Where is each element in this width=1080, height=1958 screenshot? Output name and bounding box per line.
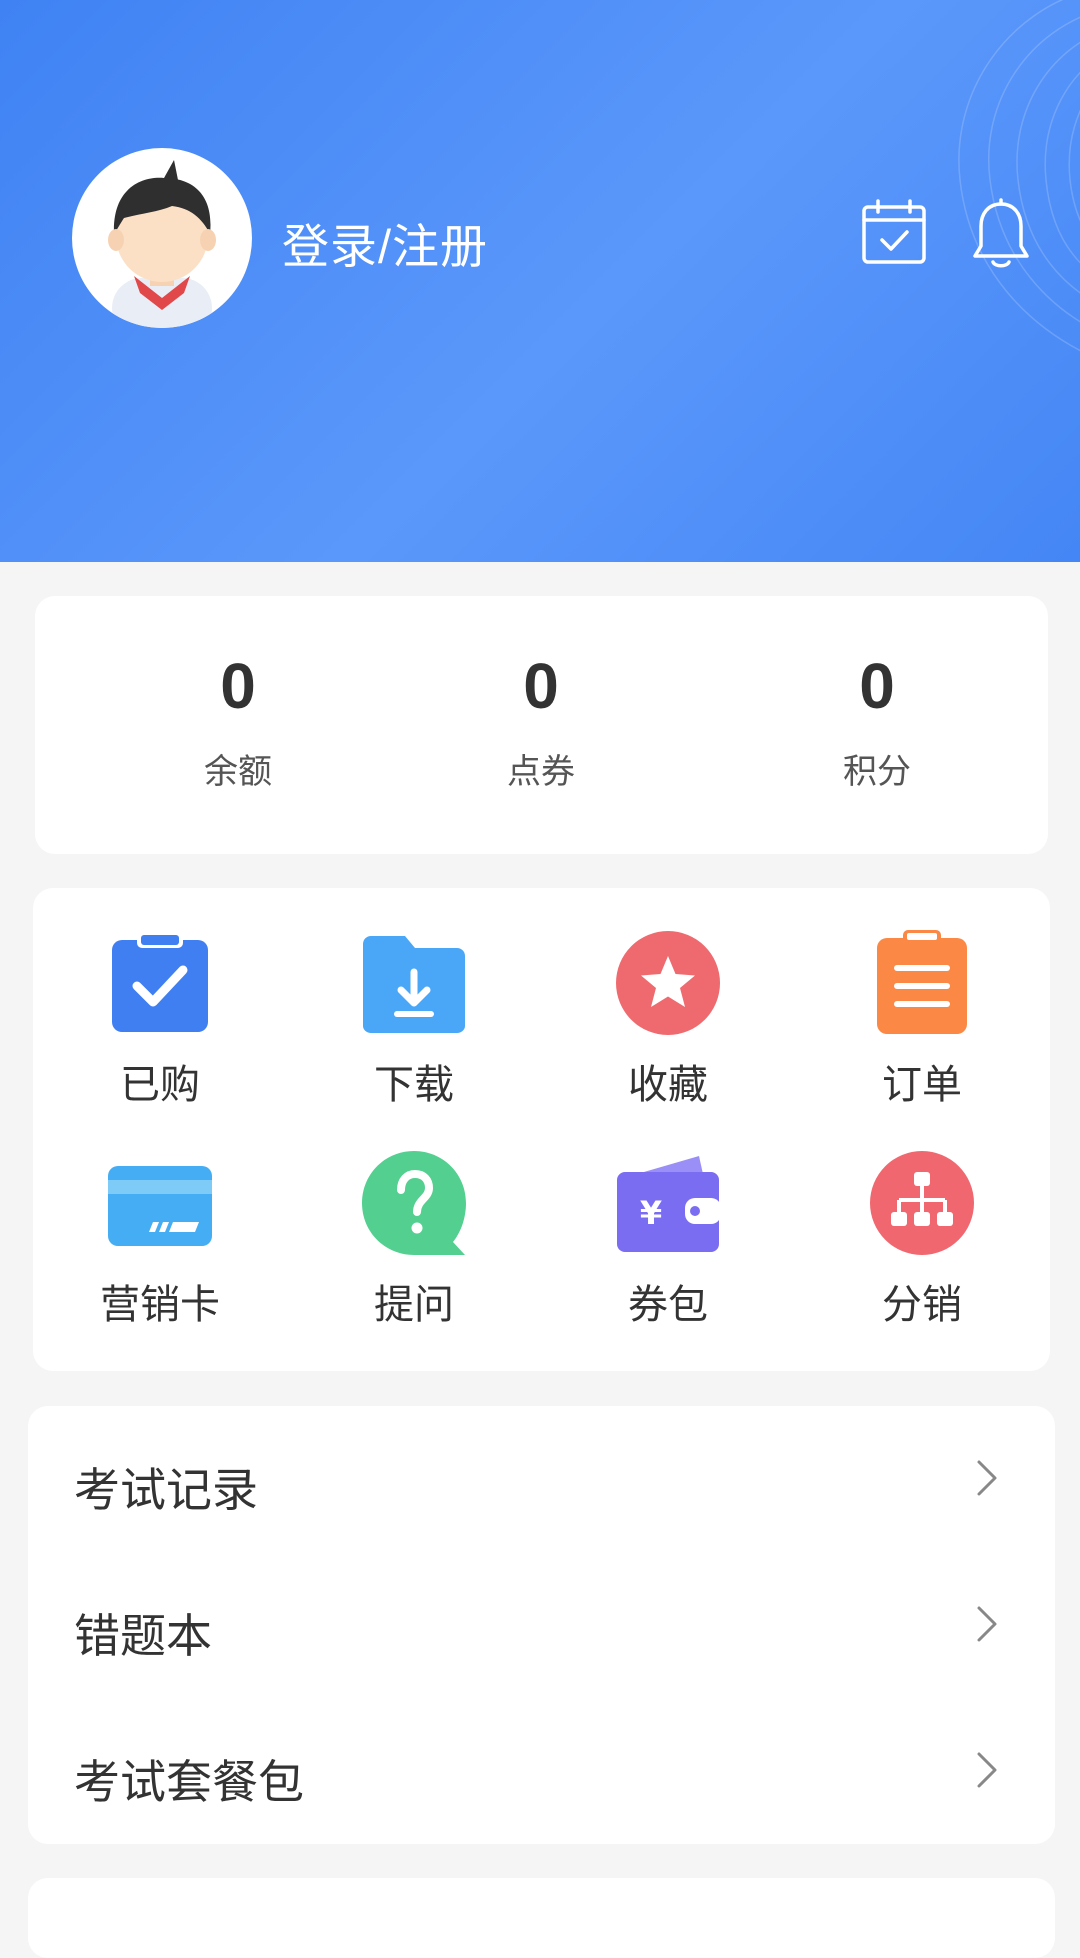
- avatar-illustration: [108, 160, 216, 328]
- bell-icon[interactable]: [972, 198, 1030, 270]
- wallet-icon: ¥: [617, 1156, 721, 1252]
- stat-score[interactable]: 0 积分: [777, 646, 977, 793]
- grid-item-distribution[interactable]: 分销: [812, 1150, 1032, 1330]
- star-icon: [616, 931, 720, 1035]
- menu-item-exam-records[interactable]: 考试记录: [28, 1406, 1055, 1552]
- grid-item-orders[interactable]: 订单: [812, 930, 1032, 1110]
- menu-item-mistake-book[interactable]: 错题本: [28, 1552, 1055, 1698]
- stat-value: 0: [220, 650, 256, 722]
- menu-item-label: 考试记录: [74, 1464, 258, 1516]
- calendar-check-icon[interactable]: [860, 198, 928, 266]
- profile-header: 登录/注册: [0, 0, 1080, 562]
- stat-value: 0: [859, 650, 895, 722]
- grid-item-coupon-wallet[interactable]: ¥ 券包: [558, 1150, 778, 1330]
- clipboard-check-icon: [112, 932, 208, 1032]
- question-icon: [362, 1151, 466, 1255]
- grid-item-purchased[interactable]: 已购: [50, 930, 270, 1110]
- order-list-icon: [877, 930, 967, 1034]
- chevron-right-icon: [977, 1460, 997, 1496]
- stat-label: 余额: [204, 753, 272, 791]
- chevron-right-icon: [977, 1752, 997, 1788]
- stat-label: 积分: [843, 753, 911, 791]
- stat-label: 点券: [507, 753, 575, 791]
- grid-item-label: 分销: [882, 1283, 962, 1327]
- grid-item-marketing-card[interactable]: 营销卡: [50, 1150, 270, 1330]
- grid-item-label: 收藏: [628, 1063, 708, 1107]
- grid-item-label: 订单: [882, 1063, 962, 1107]
- login-register-link[interactable]: 登录/注册: [282, 208, 488, 277]
- distribution-icon: [870, 1151, 974, 1255]
- menu-item-label: 错题本: [74, 1610, 212, 1662]
- grid-item-download[interactable]: 下载: [304, 930, 524, 1110]
- menu-item-label: 考试套餐包: [74, 1756, 304, 1808]
- next-card: [28, 1878, 1055, 1958]
- stat-value: 0: [523, 650, 559, 722]
- contour-decoration: [958, 0, 1080, 352]
- stat-points-coupon[interactable]: 0 点券: [441, 646, 641, 793]
- menu-item-exam-package[interactable]: 考试套餐包: [28, 1698, 1055, 1844]
- grid-item-label: 提问: [374, 1283, 454, 1327]
- grid-item-favorites[interactable]: 收藏: [558, 930, 778, 1110]
- folder-download-icon: [363, 936, 465, 1033]
- grid-item-label: 营销卡: [100, 1283, 220, 1327]
- svg-text:¥: ¥: [640, 1194, 662, 1232]
- grid-item-ask[interactable]: 提问: [304, 1150, 524, 1330]
- chevron-right-icon: [977, 1606, 997, 1642]
- function-grid: 已购 下载 收藏 订单 营销卡 提问 ¥ 券包 分销: [33, 888, 1050, 1371]
- grid-item-label: 券包: [628, 1283, 708, 1327]
- stats-card: 0 余额 0 点券 0 积分: [35, 596, 1048, 854]
- avatar[interactable]: [72, 148, 252, 328]
- stat-balance[interactable]: 0 余额: [138, 646, 338, 793]
- grid-item-label: 下载: [374, 1063, 454, 1107]
- card-icon: [108, 1166, 212, 1246]
- menu-list: 考试记录 错题本 考试套餐包: [28, 1406, 1055, 1844]
- grid-item-label: 已购: [120, 1063, 200, 1107]
